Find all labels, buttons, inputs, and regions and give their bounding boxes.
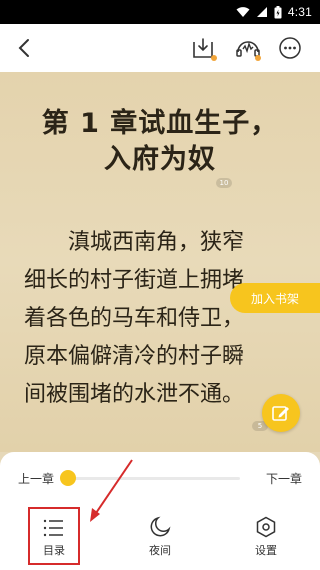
listen-button[interactable] [234, 34, 262, 62]
chapter-progress-thumb[interactable] [60, 470, 76, 486]
back-icon [18, 39, 29, 57]
settings-label: 设置 [255, 544, 277, 557]
status-time: 4:31 [287, 5, 312, 19]
download-badge [211, 55, 217, 61]
back-button[interactable] [10, 34, 38, 62]
add-to-shelf-button[interactable]: 加入书架 [230, 283, 320, 313]
download-button[interactable] [190, 34, 218, 62]
listen-badge [255, 55, 261, 61]
write-note-button[interactable] [262, 394, 300, 432]
status-bar: 4:31 [0, 0, 320, 24]
gear-icon [256, 516, 276, 538]
body-line: 原本偏僻清冷的村子瞬 [24, 344, 245, 369]
night-mode-label: 夜间 [149, 544, 171, 557]
prev-chapter-button[interactable]: 上一章 [18, 470, 54, 487]
more-icon [279, 37, 301, 59]
title-comment-marker[interactable]: 10 [216, 178, 232, 188]
body-line: 间被围堵的水泄不通。 [24, 382, 245, 407]
settings-button[interactable]: 设置 [236, 512, 296, 562]
body-line: 滇城西南角，狭窄 [24, 230, 245, 255]
annotation-arrow-icon [90, 459, 133, 522]
next-chapter-button[interactable]: 下一章 [266, 470, 302, 487]
catalog-highlight-box [28, 507, 80, 565]
chapter-title-line2: 入府为奴 [104, 144, 216, 175]
chapter-title-line1: 第 1 章试血生子， [41, 108, 279, 139]
signal-icon [256, 6, 268, 18]
edit-note-icon [272, 406, 289, 421]
chapter-title: 第 1 章试血生子， 入府为奴 [0, 106, 320, 178]
chapter-progress-row: 上一章 下一章 [0, 466, 320, 490]
moon-icon [150, 516, 171, 537]
top-toolbar [0, 24, 320, 72]
chapter-body: 滇城西南角，狭窄 细长的村子街道上拥堵 着各色的马车和侍卫， 原本偏僻清冷的村子… [24, 224, 296, 414]
wifi-icon [236, 6, 250, 18]
reader-page[interactable]: 第 1 章试血生子， 入府为奴 10 滇城西南角，狭窄 细长的村子街道上拥堵 着… [0, 72, 320, 452]
more-button[interactable] [276, 34, 304, 62]
battery-icon [274, 5, 282, 19]
